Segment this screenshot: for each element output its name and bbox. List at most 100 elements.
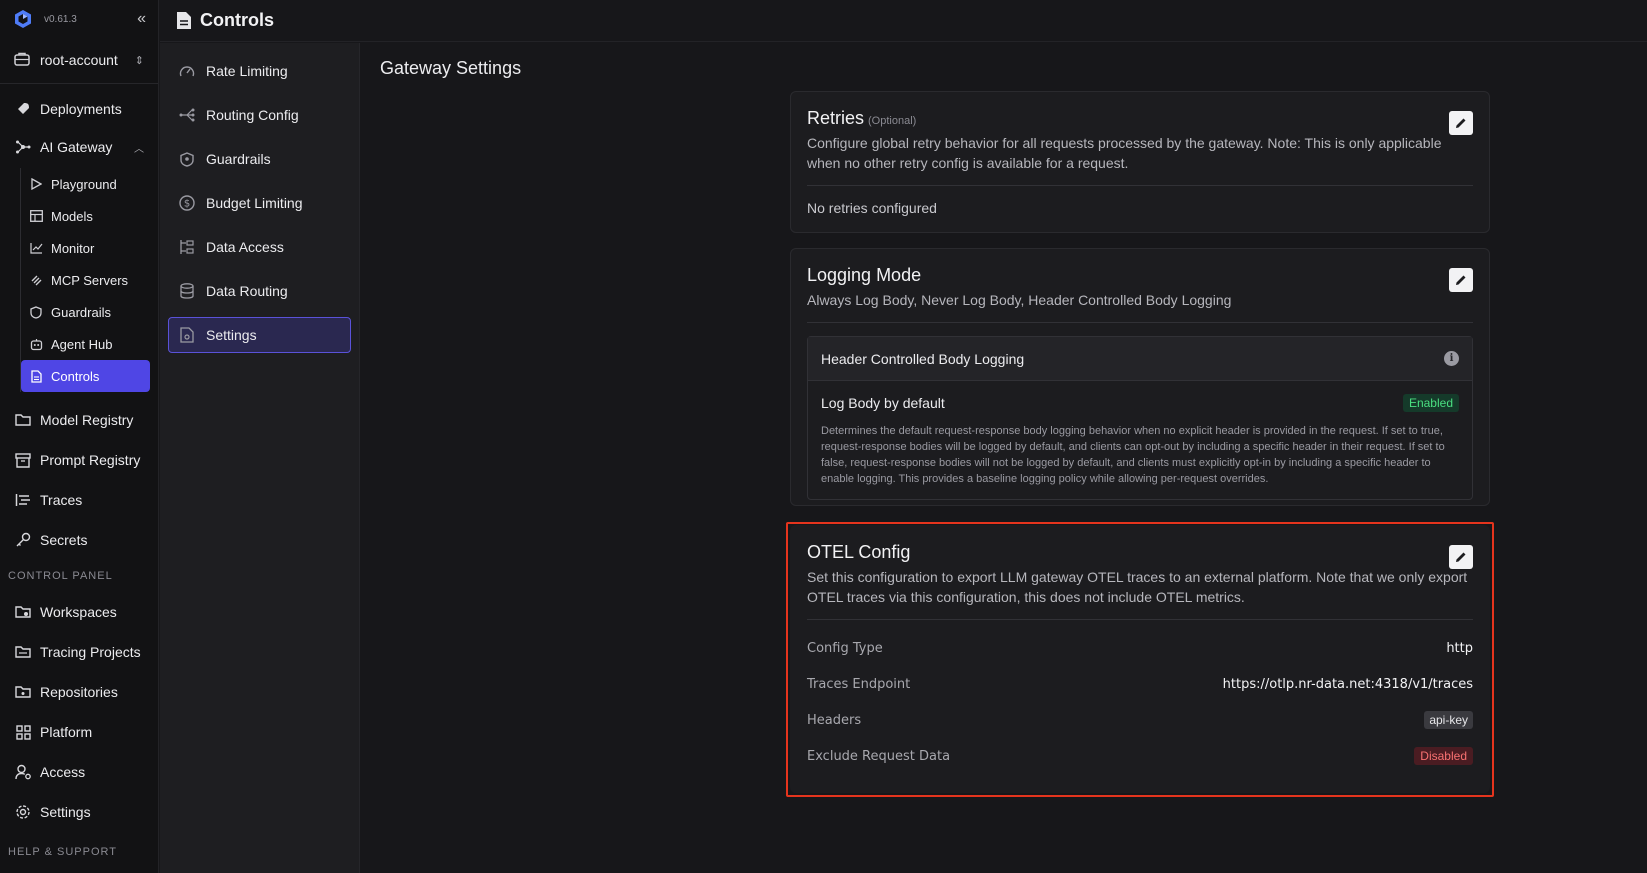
sidebar-item-label: Workspaces bbox=[40, 604, 117, 620]
sidebar-item-prompt-registry[interactable]: Prompt Registry bbox=[0, 440, 158, 480]
tracing-icon bbox=[14, 643, 32, 661]
data-access-icon bbox=[179, 239, 195, 255]
workspaces-icon bbox=[14, 603, 32, 621]
dollar-icon: $ bbox=[179, 195, 195, 211]
subnav-item-rate-limiting[interactable]: Rate Limiting bbox=[168, 53, 351, 89]
subnav-item-data-access[interactable]: Data Access bbox=[168, 229, 351, 265]
sidebar-item-platform[interactable]: Platform bbox=[0, 712, 158, 752]
app-logo-icon[interactable] bbox=[12, 8, 34, 30]
sidebar-item-models[interactable]: Models bbox=[21, 200, 150, 232]
sidebar-item-repositories[interactable]: Repositories bbox=[0, 672, 158, 712]
sidebar-item-settings[interactable]: Settings bbox=[0, 792, 158, 832]
sidebar-item-label: Access bbox=[40, 764, 86, 780]
sidebar-item-label: Repositories bbox=[40, 684, 118, 700]
card-divider bbox=[807, 619, 1473, 620]
sidebar-item-guardrails[interactable]: Guardrails bbox=[21, 296, 150, 328]
settings-doc-icon bbox=[179, 327, 195, 343]
subnav-item-routing-config[interactable]: Routing Config bbox=[168, 97, 351, 133]
header-tag: api-key bbox=[1424, 711, 1473, 729]
gateway-settings-title: Gateway Settings bbox=[380, 58, 522, 78]
log-body-description: Determines the default request-response … bbox=[821, 425, 1445, 485]
subnav-item-budget-limiting[interactable]: $ Budget Limiting bbox=[168, 185, 351, 221]
retries-card: Retries (Optional) Configure global retry… bbox=[790, 91, 1490, 233]
sidebar-item-access[interactable]: Access bbox=[0, 752, 158, 792]
page-title: Controls bbox=[200, 10, 274, 30]
mcp-icon bbox=[29, 273, 43, 287]
subnav-item-data-routing[interactable]: Data Routing bbox=[168, 273, 351, 309]
sidebar-item-label: Model Registry bbox=[40, 412, 134, 428]
chevron-updown-icon: ⇕ bbox=[134, 54, 144, 67]
sidebar-item-label: Controls bbox=[51, 368, 100, 384]
retries-empty-note: No retries configured bbox=[807, 200, 937, 216]
sidebar-item-label: MCP Servers bbox=[51, 272, 129, 288]
chart-icon bbox=[29, 241, 43, 255]
sidebar-item-deployments[interactable]: Deployments bbox=[0, 92, 158, 126]
status-badge: Enabled bbox=[1402, 394, 1459, 412]
main-content: Gateway Settings Retries (Optional) Confi… bbox=[361, 43, 1647, 873]
logging-mode-description: Always Log Body, Never Log Body, Header … bbox=[807, 292, 1232, 308]
subnav-item-label: Routing Config bbox=[206, 107, 299, 123]
retries-title-text: Retries bbox=[807, 108, 865, 128]
sidebar-item-label: Models bbox=[51, 208, 93, 224]
traces-icon bbox=[14, 491, 32, 509]
sidebar-item-secrets[interactable]: Secrets bbox=[0, 520, 158, 560]
row-key: Exclude Request Data bbox=[807, 748, 951, 764]
edit-otel-config-button[interactable] bbox=[1449, 545, 1473, 569]
subnav-item-label: Rate Limiting bbox=[206, 63, 288, 79]
sidebar-top: v0.61.3 « bbox=[0, 0, 158, 38]
key-icon bbox=[14, 531, 32, 549]
header-controlled-logging-box: Header Controlled Body Logging i Log Bod… bbox=[807, 336, 1473, 500]
pencil-icon bbox=[1456, 275, 1466, 285]
subnav-item-label: Data Access bbox=[206, 239, 284, 255]
rocket-icon bbox=[14, 100, 32, 118]
briefcase-icon bbox=[14, 52, 32, 69]
retries-description: Configure global retry behavior for all … bbox=[807, 135, 1442, 171]
sidebar-item-label: Secrets bbox=[40, 532, 88, 548]
card-divider bbox=[807, 185, 1473, 186]
gear-icon bbox=[14, 803, 32, 821]
sidebar-item-label: Deployments bbox=[40, 101, 122, 117]
subnav-item-label: Guardrails bbox=[206, 151, 271, 167]
sidebar-item-playground[interactable]: Playground bbox=[21, 168, 150, 200]
sidebar-item-label: Playground bbox=[51, 176, 117, 192]
repo-icon bbox=[14, 683, 32, 701]
info-icon[interactable]: i bbox=[1444, 351, 1459, 366]
subnav-item-settings[interactable]: Settings bbox=[168, 317, 351, 353]
optional-label: (Optional) bbox=[868, 115, 917, 127]
gauge-icon bbox=[179, 63, 195, 79]
sidebar-divider bbox=[0, 83, 158, 84]
edit-retries-button[interactable] bbox=[1449, 111, 1473, 135]
edit-logging-mode-button[interactable] bbox=[1449, 268, 1473, 292]
otel-row-traces-endpoint: Traces Endpoint https://otlp.nr-data.net… bbox=[807, 666, 1473, 702]
sidebar-item-tracing-projects[interactable]: Tracing Projects bbox=[0, 632, 158, 672]
sidebar-item-mcp-servers[interactable]: MCP Servers bbox=[21, 264, 150, 296]
sidebar-item-label: Settings bbox=[40, 804, 91, 820]
sidebar-item-agent-hub[interactable]: Agent Hub bbox=[21, 328, 150, 360]
subnav-item-guardrails[interactable]: Guardrails bbox=[168, 141, 351, 177]
controls-subnav: Rate Limiting Routing Config Guardrails … bbox=[160, 43, 360, 873]
collapse-sidebar-icon[interactable]: « bbox=[137, 10, 146, 28]
bot-icon bbox=[29, 337, 43, 351]
row-value: https://otlp.nr-data.net:4318/v1/traces bbox=[1222, 676, 1473, 692]
sidebar-item-monitor[interactable]: Monitor bbox=[21, 232, 150, 264]
chevron-up-icon[interactable]: ︿ bbox=[134, 140, 144, 155]
row-key: Traces Endpoint bbox=[807, 676, 911, 692]
page-header: Controls bbox=[160, 0, 1647, 42]
network-icon bbox=[14, 138, 32, 156]
otel-config-description: Set this configuration to export LLM gat… bbox=[807, 569, 1468, 605]
shield-icon bbox=[29, 305, 43, 319]
sidebar-item-controls[interactable]: Controls bbox=[21, 360, 150, 392]
folder-icon bbox=[14, 411, 32, 429]
row-key: Config Type bbox=[807, 640, 883, 656]
app-version: v0.61.3 bbox=[44, 13, 77, 25]
sidebar: v0.61.3 « root-account ⇕ Deployments AI … bbox=[0, 0, 159, 873]
sidebar-item-traces[interactable]: Traces bbox=[0, 480, 158, 520]
sidebar-item-model-registry[interactable]: Model Registry bbox=[0, 400, 158, 440]
sidebar-item-workspaces[interactable]: Workspaces bbox=[0, 592, 158, 632]
retries-title: Retries (Optional) bbox=[807, 108, 1473, 129]
sidebar-item-ai-gateway[interactable]: AI Gateway ︿ bbox=[0, 126, 158, 168]
document-icon bbox=[29, 369, 43, 383]
account-switcher[interactable]: root-account ⇕ bbox=[6, 45, 152, 75]
routing-icon bbox=[179, 107, 195, 123]
